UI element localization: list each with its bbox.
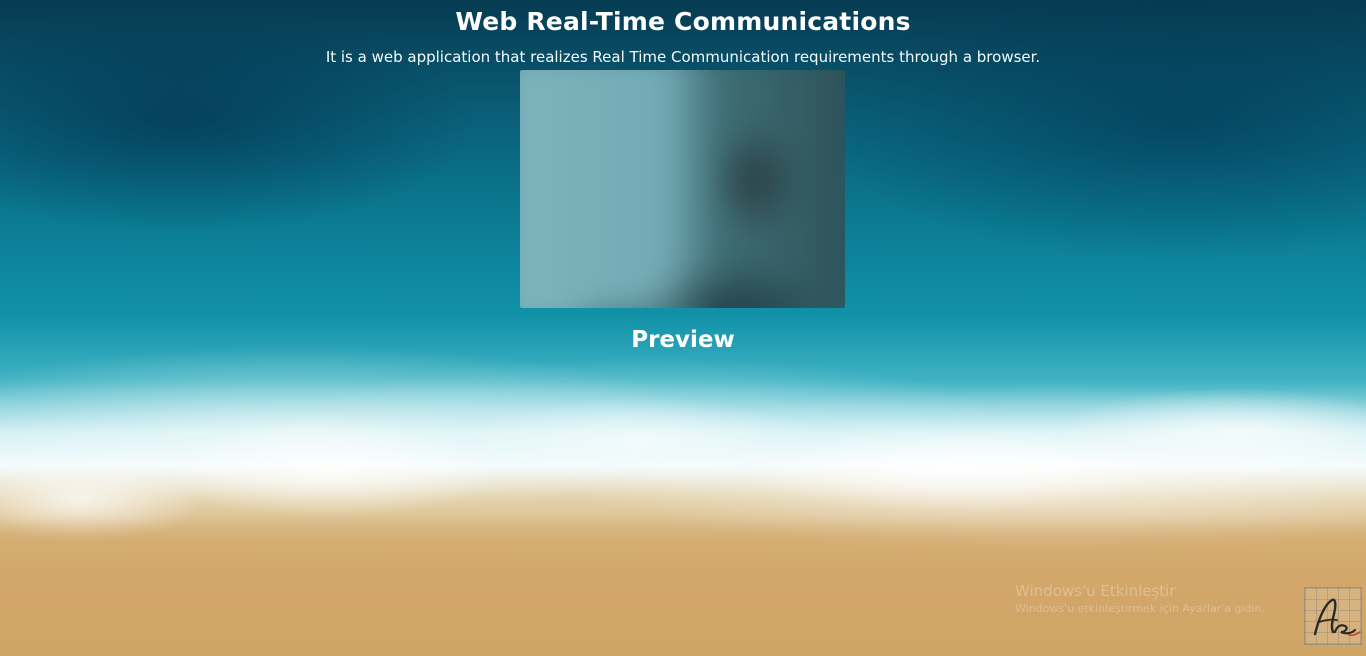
header: Web Real-Time Communications It is a web… [0,6,1366,68]
preview-label: Preview [631,327,735,353]
surf-decoration [0,360,1366,560]
signature-logo-icon [1304,587,1362,645]
page-background: Web Real-Time Communications It is a web… [0,0,1366,656]
signature-logo-glyph [1313,598,1361,636]
watermark-subtitle: Windows'u etkinleştirmek için Ayarlar'a … [1015,602,1265,615]
windows-activation-watermark: Windows'u Etkinleştir Windows'u etkinleş… [1015,581,1265,617]
watermark-title: Windows'u Etkinleştir [1015,582,1176,600]
local-video-preview[interactable] [520,70,845,308]
page-subtitle: It is a web application that realizes Re… [325,48,1041,66]
page-title: Web Real-Time Communications [455,7,911,36]
video-feed [520,70,845,308]
